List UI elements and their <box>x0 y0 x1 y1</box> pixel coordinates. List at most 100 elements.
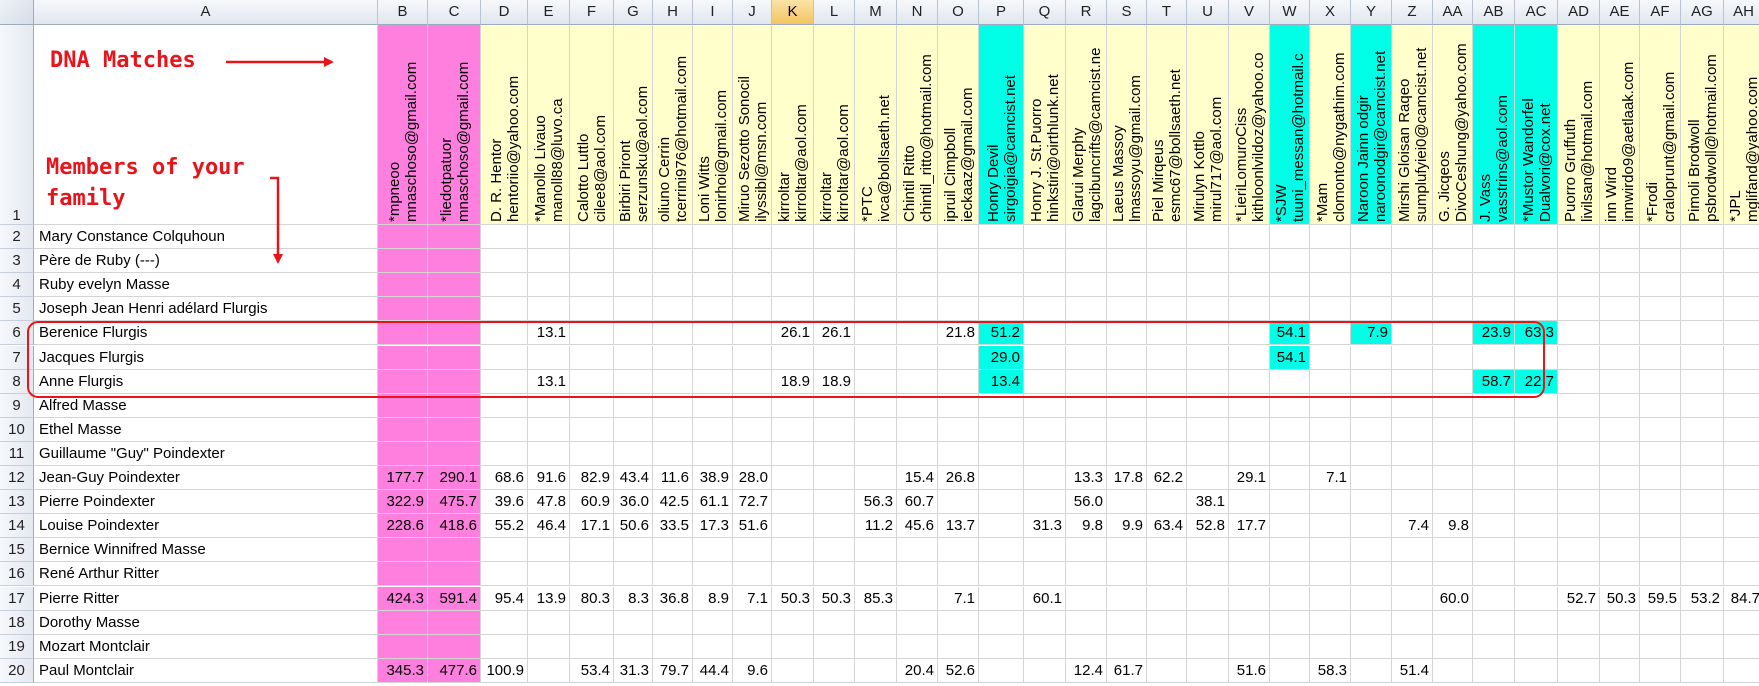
match-value-cell[interactable] <box>1473 249 1515 274</box>
match-value-cell[interactable] <box>378 321 428 346</box>
match-value-cell[interactable] <box>814 538 855 563</box>
column-header-ad[interactable]: AD <box>1558 0 1600 25</box>
match-value-cell[interactable]: 9.8 <box>1066 514 1107 539</box>
match-value-cell[interactable] <box>1724 369 1759 394</box>
match-value-cell[interactable] <box>814 297 855 322</box>
row-header-9[interactable]: 9 <box>0 393 34 418</box>
match-value-cell[interactable] <box>938 369 979 394</box>
match-value-cell[interactable] <box>979 273 1024 298</box>
match-value-cell[interactable] <box>1187 273 1229 298</box>
match-value-cell[interactable] <box>1351 490 1392 515</box>
match-value-cell[interactable] <box>1024 297 1066 322</box>
match-value-cell[interactable] <box>1187 610 1229 635</box>
row-header-13[interactable]: 13 <box>0 490 34 515</box>
match-value-cell[interactable]: 50.3 <box>814 586 855 611</box>
match-value-cell[interactable] <box>481 417 528 442</box>
match-value-cell[interactable]: 12.4 <box>1066 658 1107 683</box>
match-value-cell[interactable] <box>1351 369 1392 394</box>
match-value-cell[interactable] <box>733 369 772 394</box>
match-value-cell[interactable] <box>772 249 814 274</box>
match-value-cell[interactable] <box>1640 514 1681 539</box>
match-value-cell[interactable] <box>481 273 528 298</box>
match-value-cell[interactable] <box>814 393 855 418</box>
match-value-cell[interactable] <box>1515 490 1558 515</box>
row-header-16[interactable]: 16 <box>0 562 34 587</box>
match-value-cell[interactable]: 50.6 <box>614 514 653 539</box>
match-value-cell[interactable] <box>1724 562 1759 587</box>
match-value-cell[interactable] <box>1681 538 1724 563</box>
match-value-cell[interactable] <box>855 538 897 563</box>
match-value-cell[interactable]: 53.2 <box>1681 586 1724 611</box>
match-value-cell[interactable] <box>1473 225 1515 250</box>
match-value-cell[interactable] <box>1473 393 1515 418</box>
match-value-cell[interactable] <box>1600 369 1640 394</box>
match-value-cell[interactable] <box>1187 441 1229 466</box>
match-value-cell[interactable] <box>428 321 481 346</box>
match-value-cell[interactable] <box>814 490 855 515</box>
match-value-cell[interactable]: 54.1 <box>1270 345 1310 370</box>
match-value-cell[interactable] <box>481 249 528 274</box>
match-value-cell[interactable] <box>1600 249 1640 274</box>
match-value-cell[interactable] <box>938 393 979 418</box>
match-value-cell[interactable] <box>1147 658 1187 683</box>
match-value-cell[interactable] <box>733 441 772 466</box>
column-header-a[interactable]: A <box>34 0 378 25</box>
match-value-cell[interactable] <box>855 249 897 274</box>
match-value-cell[interactable]: 54.1 <box>1270 321 1310 346</box>
match-value-cell[interactable] <box>1229 321 1270 346</box>
match-value-cell[interactable] <box>614 538 653 563</box>
match-value-cell[interactable]: 80.3 <box>570 586 614 611</box>
match-value-cell[interactable] <box>772 562 814 587</box>
match-value-cell[interactable]: 177.7 <box>378 466 428 491</box>
match-value-cell[interactable]: 51.6 <box>733 514 772 539</box>
column-header-n[interactable]: N <box>897 0 938 25</box>
match-value-cell[interactable] <box>653 297 693 322</box>
match-value-cell[interactable] <box>1515 586 1558 611</box>
match-value-cell[interactable] <box>1392 586 1433 611</box>
match-value-cell[interactable] <box>1351 634 1392 659</box>
match-value-cell[interactable] <box>528 658 570 683</box>
match-value-cell[interactable] <box>1558 466 1600 491</box>
match-value-cell[interactable]: 17.8 <box>1107 466 1147 491</box>
match-value-cell[interactable]: 79.7 <box>653 658 693 683</box>
match-value-cell[interactable] <box>814 634 855 659</box>
match-value-cell[interactable] <box>1600 634 1640 659</box>
header-cell-r[interactable]: Glarui Merphy lagcibuncrifts@camcist.ne <box>1066 25 1107 225</box>
match-value-cell[interactable] <box>772 417 814 442</box>
match-value-cell[interactable]: 52.8 <box>1187 514 1229 539</box>
match-value-cell[interactable]: 29.1 <box>1229 466 1270 491</box>
match-value-cell[interactable] <box>1433 273 1473 298</box>
match-value-cell[interactable] <box>614 297 653 322</box>
match-value-cell[interactable] <box>1392 466 1433 491</box>
match-value-cell[interactable] <box>1187 417 1229 442</box>
match-value-cell[interactable] <box>1310 393 1351 418</box>
match-value-cell[interactable] <box>897 586 938 611</box>
match-value-cell[interactable] <box>1600 490 1640 515</box>
match-value-cell[interactable] <box>1270 441 1310 466</box>
header-cell-i[interactable]: Loni Witts lonirhoi@gmail.com <box>693 25 733 225</box>
header-cell-ae[interactable]: inn Wird innwirdo9@aetlaak.com <box>1600 25 1640 225</box>
match-value-cell[interactable] <box>614 562 653 587</box>
match-value-cell[interactable] <box>1600 514 1640 539</box>
match-value-cell[interactable] <box>814 658 855 683</box>
column-header-s[interactable]: S <box>1107 0 1147 25</box>
match-value-cell[interactable] <box>938 345 979 370</box>
header-cell-m[interactable]: *PTC ivca@bollsaeth.net <box>855 25 897 225</box>
match-value-cell[interactable] <box>1147 610 1187 635</box>
match-value-cell[interactable] <box>428 441 481 466</box>
match-value-cell[interactable] <box>979 610 1024 635</box>
match-value-cell[interactable]: 85.3 <box>855 586 897 611</box>
match-value-cell[interactable] <box>1066 225 1107 250</box>
match-value-cell[interactable] <box>1640 249 1681 274</box>
header-cell-k[interactable]: kirroltar kirroltar@aol.com <box>772 25 814 225</box>
match-value-cell[interactable] <box>1107 441 1147 466</box>
match-value-cell[interactable] <box>1681 417 1724 442</box>
match-value-cell[interactable] <box>1681 441 1724 466</box>
header-cell-l[interactable]: kirroltar kirroltar@aol.com <box>814 25 855 225</box>
match-value-cell[interactable] <box>1558 417 1600 442</box>
match-value-cell[interactable] <box>938 490 979 515</box>
column-header-x[interactable]: X <box>1310 0 1351 25</box>
match-value-cell[interactable] <box>855 658 897 683</box>
match-value-cell[interactable] <box>1024 562 1066 587</box>
person-name-cell[interactable]: Ruby evelyn Masse <box>34 273 378 298</box>
